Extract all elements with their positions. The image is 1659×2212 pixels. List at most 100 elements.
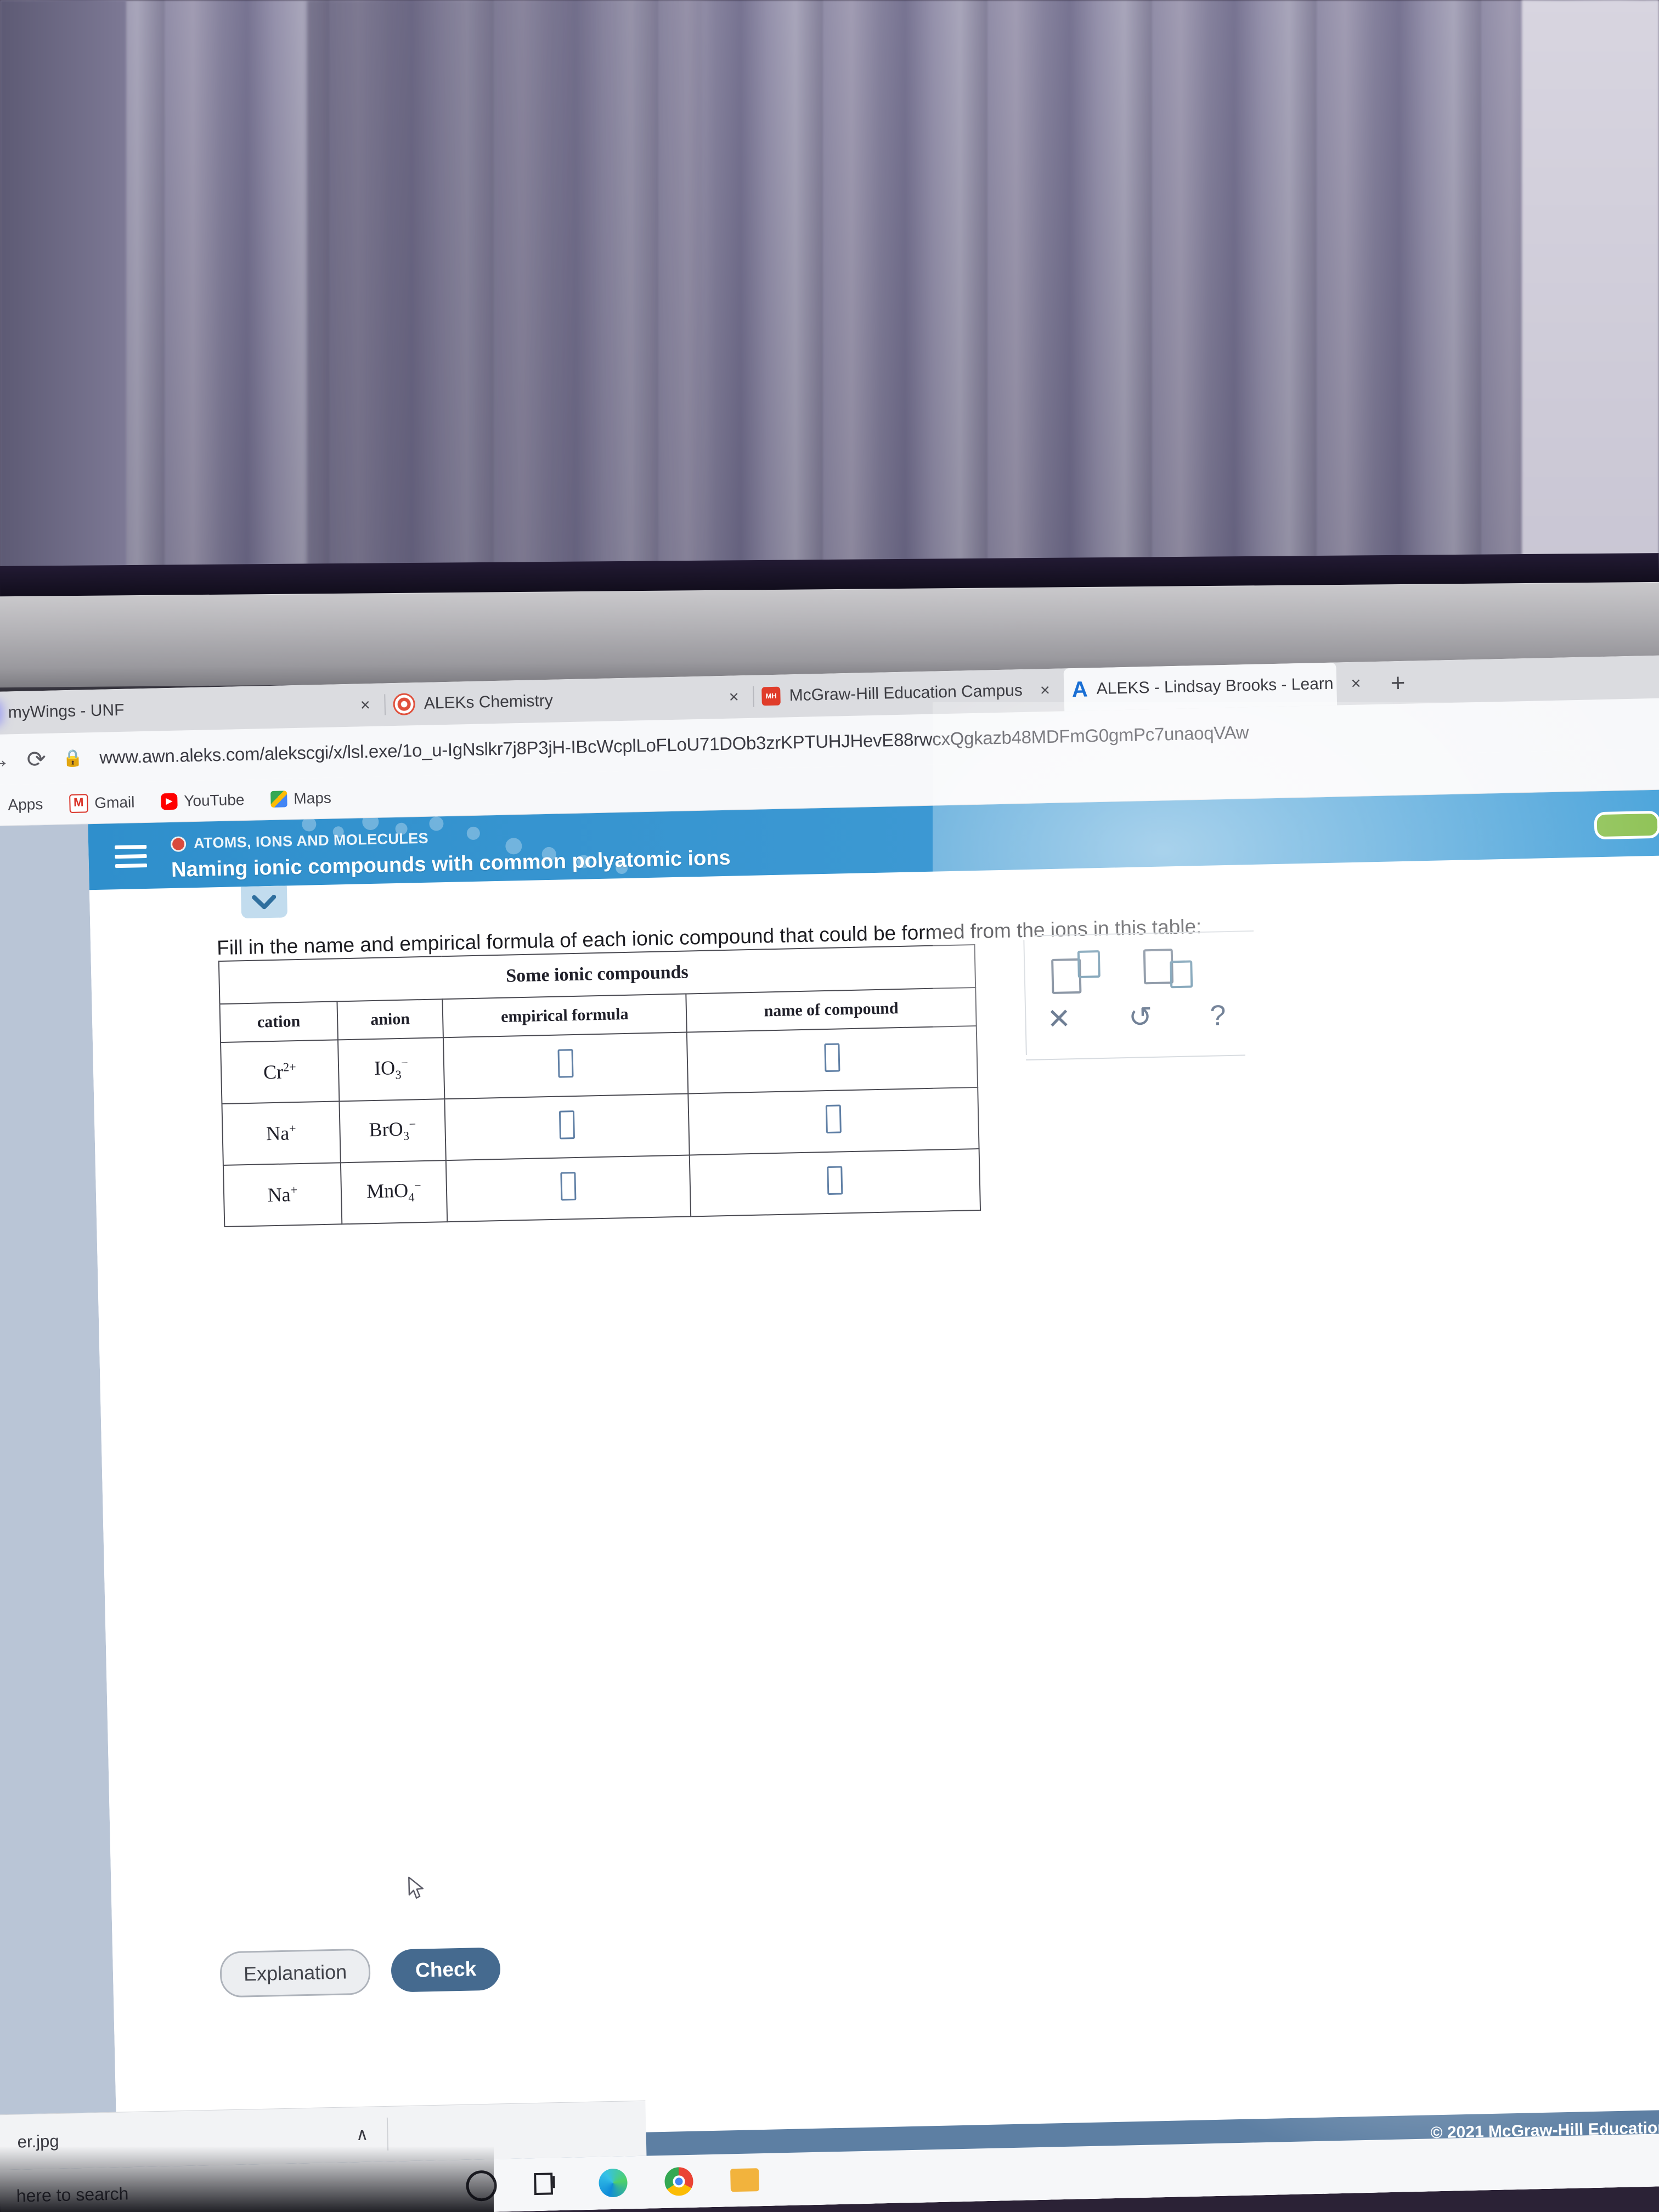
chevron-up-icon[interactable]: ∧ [356, 2125, 368, 2145]
background-wall [1522, 0, 1659, 582]
bookmark-gmail[interactable]: M Gmail [60, 793, 144, 813]
lock-icon: 🔒 [62, 748, 83, 768]
empirical-formula-cell[interactable] [443, 1032, 689, 1099]
column-header-name-of-compound: name of compound [686, 988, 977, 1032]
background-blinds [0, 0, 1659, 582]
help-icon[interactable]: ? [1210, 1000, 1226, 1032]
palette-bottom-border [1026, 1054, 1246, 1061]
chrome-icon[interactable] [663, 2166, 695, 2197]
apps-icon [0, 797, 2, 814]
taskbar-icon-row [444, 2164, 760, 2202]
bookmark-label: YouTube [184, 791, 245, 810]
file-explorer-icon[interactable] [729, 2164, 760, 2196]
aleks-icon [393, 693, 416, 716]
progress-segment [1594, 810, 1659, 840]
cation-cell: Na+ [223, 1163, 342, 1227]
anion-cell: MnO4− [340, 1160, 448, 1224]
compound-name-cell[interactable] [687, 1026, 978, 1094]
empirical-formula-cell[interactable] [446, 1155, 691, 1222]
cation-symbol: Na [266, 1122, 290, 1145]
bookmark-label: Gmail [94, 793, 135, 811]
progress-indicator [1594, 809, 1659, 840]
download-filename: er.jpg [17, 2131, 59, 2152]
tab-title: ALEKS - Lindsay Brooks - Learn [1096, 674, 1334, 698]
compound-name-cell[interactable] [688, 1087, 979, 1155]
cation-symbol: Cr [263, 1060, 284, 1084]
anion-symbol: IO [374, 1057, 396, 1080]
check-button[interactable]: Check [391, 1947, 501, 1993]
undo-icon[interactable]: ↺ [1128, 1001, 1153, 1034]
tab-close-icon-0[interactable]: × [346, 695, 385, 715]
compound-name-input[interactable] [825, 1104, 842, 1133]
tab-close-icon-2[interactable]: × [1025, 680, 1064, 701]
anion-subscript: 4 [408, 1190, 415, 1205]
column-header-anion: anion [337, 999, 444, 1040]
aleks-app: ATOMS, IONS AND MOLECULES Naming ionic c… [88, 788, 1659, 2212]
bookmark-label: Apps [8, 795, 43, 814]
empirical-formula-input[interactable] [559, 1110, 575, 1139]
compound-name-cell[interactable] [689, 1148, 981, 1217]
photo-of-laptop-screen: myWings - UNF × ALEKs Chemistry × MH McG… [0, 0, 1659, 2212]
compound-name-input[interactable] [824, 1042, 840, 1072]
bookmark-youtube[interactable]: ▶ YouTube [152, 791, 253, 811]
reload-icon[interactable]: ⟳ [26, 745, 46, 772]
tab-aleks-learn[interactable]: A ALEKS - Lindsay Brooks - Learn [1063, 662, 1338, 712]
tab-aleks-chemistry[interactable]: ALEKs Chemistry [385, 676, 715, 726]
hamburger-menu-icon[interactable] [115, 839, 148, 872]
edge-icon[interactable] [597, 2167, 629, 2198]
cation-cell: Cr2+ [221, 1040, 340, 1104]
web-page: ATOMS, IONS AND MOLECULES Naming ionic c… [0, 788, 1659, 2212]
youtube-icon: ▶ [161, 793, 178, 810]
tab-close-icon-3[interactable]: × [1336, 673, 1375, 694]
cortana-icon[interactable] [466, 2170, 498, 2202]
ionic-compounds-table: Some ionic compounds cation anion empiri… [218, 944, 981, 1228]
maps-icon [270, 791, 287, 808]
anion-cell: IO3− [337, 1037, 445, 1102]
tab-title: ALEKs Chemistry [424, 691, 554, 713]
cation-cell: Na+ [222, 1101, 341, 1166]
subscript-icon[interactable] [1143, 948, 1194, 989]
topic-dot-icon [170, 836, 187, 852]
palette-left-border [1023, 940, 1027, 1056]
anion-charge: − [414, 1178, 421, 1193]
cation-charge: + [290, 1183, 298, 1197]
anion-subscript: 3 [395, 1068, 402, 1082]
anion-symbol: BrO [369, 1118, 404, 1141]
empirical-formula-cell[interactable] [444, 1093, 690, 1161]
cation-charge: 2+ [283, 1060, 296, 1074]
taskbar-search-input[interactable]: here to search [0, 2176, 444, 2207]
tab-mcgraw-hill[interactable]: MH McGraw-Hill Education Campus [754, 669, 1026, 718]
forward-arrow-icon[interactable]: → [0, 746, 10, 773]
download-item[interactable]: er.jpg ∧ [0, 2124, 387, 2152]
tab-close-icon-1[interactable]: × [714, 687, 753, 708]
topic-kicker: ATOMS, IONS AND MOLECULES [170, 830, 429, 853]
anion-subscript: 3 [403, 1129, 410, 1143]
bookmark-apps[interactable]: Apps [0, 795, 52, 815]
chevron-down-icon[interactable] [240, 885, 288, 919]
laptop-screen: myWings - UNF × ALEKs Chemistry × MH McG… [0, 654, 1659, 2212]
gmail-icon: M [69, 794, 88, 813]
shelf-divider [386, 2117, 389, 2151]
anion-charge: − [400, 1056, 409, 1070]
background-center-shadow [307, 0, 702, 582]
empirical-formula-input[interactable] [560, 1171, 577, 1201]
mouse-cursor-icon [408, 1876, 424, 1899]
cation-charge: + [289, 1121, 296, 1136]
empirical-formula-input[interactable] [557, 1048, 574, 1078]
bookmark-maps[interactable]: Maps [262, 789, 340, 808]
new-tab-button[interactable]: + [1375, 667, 1421, 698]
column-header-empirical-formula: empirical formula [442, 994, 687, 1038]
cation-symbol: Na [267, 1183, 291, 1206]
explanation-button[interactable]: Explanation [219, 1948, 371, 1998]
math-tool-palette: ✕ ↺ ? [1023, 930, 1256, 1062]
anion-symbol: MnO [366, 1180, 409, 1203]
superscript-icon[interactable] [1051, 950, 1102, 994]
task-view-icon[interactable] [532, 2169, 563, 2200]
compound-name-input[interactable] [827, 1165, 843, 1195]
aleks-a-icon: A [1071, 677, 1088, 702]
anion-charge: − [409, 1117, 416, 1132]
tab-mywings[interactable]: myWings - UNF [0, 684, 347, 735]
bookmark-label: Maps [294, 789, 332, 808]
clear-icon[interactable]: ✕ [1047, 1003, 1071, 1035]
palette-action-icons: ✕ ↺ ? [1047, 1000, 1245, 1035]
